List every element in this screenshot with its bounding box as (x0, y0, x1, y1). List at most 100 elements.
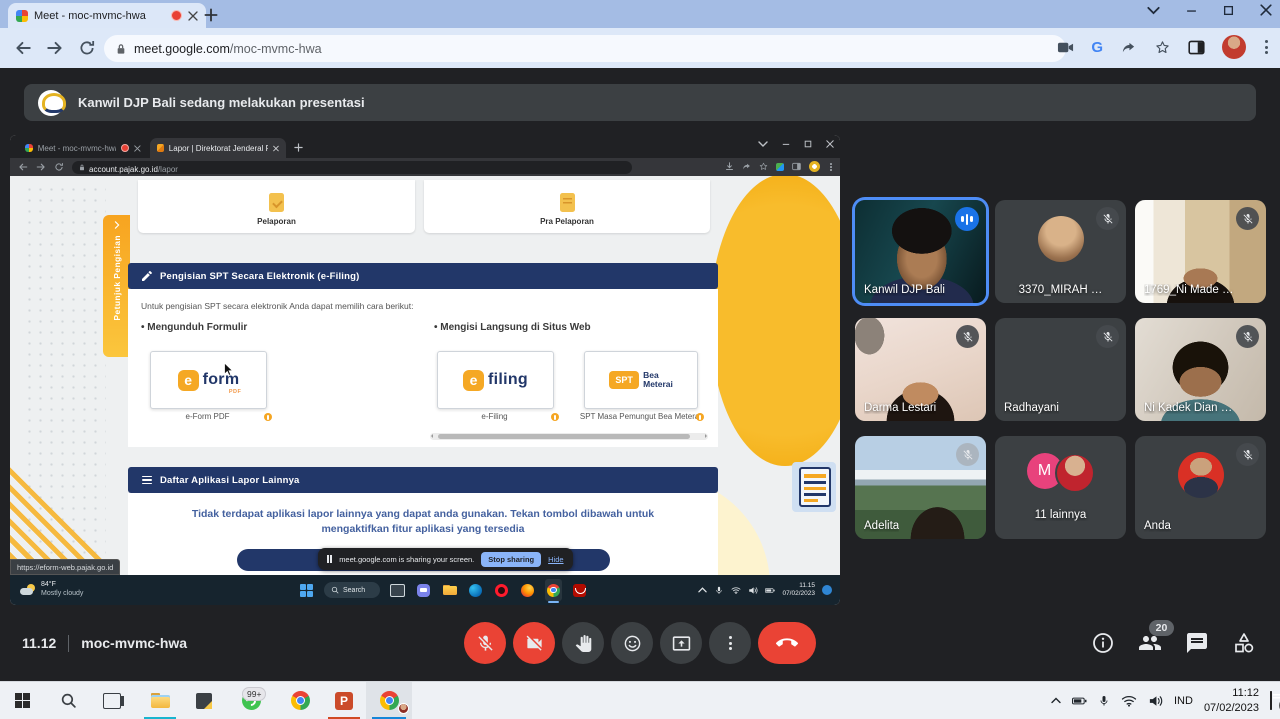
chrome-meet-icon[interactable] (366, 682, 412, 719)
self-tile[interactable]: Anda (1135, 436, 1266, 539)
window-restore-button[interactable] (1223, 5, 1234, 16)
wifi-icon[interactable] (1121, 695, 1137, 707)
forward-button[interactable] (46, 39, 64, 57)
mic-mute-button[interactable] (464, 622, 506, 664)
google-extension-icon[interactable]: G (1091, 39, 1103, 56)
powerpoint-icon[interactable]: P (322, 682, 366, 719)
yellow-circle-decoration (710, 176, 840, 466)
chrome-icon[interactable] (278, 682, 322, 719)
task-view-button[interactable] (90, 682, 134, 719)
system-clock[interactable]: 11:1207/02/2023 (1204, 686, 1259, 715)
efiling-card[interactable]: e filing (437, 351, 554, 409)
opera-icon[interactable] (493, 579, 510, 601)
browser-profile-avatar[interactable] (1222, 35, 1246, 59)
camera-off-button[interactable] (513, 622, 555, 664)
chrome-icon[interactable] (545, 579, 562, 601)
reactions-button[interactable] (611, 622, 653, 664)
raise-hand-button[interactable] (562, 622, 604, 664)
hide-share-bar-link[interactable]: Hide (548, 555, 563, 564)
present-button[interactable] (660, 622, 702, 664)
mic-tray-icon[interactable] (714, 586, 724, 595)
efiling-section-title: Pengisian SPT Secara Elektronik (e-Filin… (160, 271, 360, 282)
weather-widget[interactable]: 84°F Mostly cloudy (20, 581, 83, 599)
participant-tile[interactable]: Kanwil DJP Bali (855, 200, 986, 303)
tab-search-chevron-icon[interactable] (1147, 5, 1160, 16)
task-view-button[interactable] (389, 579, 406, 601)
tray-chevron-icon[interactable] (698, 587, 707, 593)
scroll-left-arrow[interactable] (431, 434, 433, 438)
participant-tile[interactable]: Adelita (855, 436, 986, 539)
acrobat-icon[interactable] (571, 579, 588, 601)
search-label: Search (343, 587, 365, 594)
activities-button[interactable] (1232, 631, 1256, 655)
pelaporan-card[interactable]: Pelaporan (138, 180, 415, 233)
participant-tile[interactable]: Radhayani (995, 318, 1126, 421)
participant-tile[interactable]: Ni Kadek Dian … (1135, 318, 1266, 421)
participant-tile[interactable]: 3370_MIRAH … (995, 200, 1126, 303)
new-tab-button[interactable] (204, 8, 218, 22)
end-call-button[interactable] (758, 622, 816, 664)
firefox-icon[interactable] (519, 579, 536, 601)
browser-profile-avatar (809, 161, 820, 172)
tray-chevron-icon[interactable] (1051, 697, 1061, 704)
share-icon[interactable] (1120, 40, 1137, 55)
speaker-icon[interactable] (748, 586, 758, 595)
tab-close-icon[interactable] (188, 11, 198, 21)
side-panel-icon[interactable] (1188, 40, 1205, 55)
language-indicator[interactable]: IND (1174, 695, 1193, 707)
sticky-notes-icon[interactable] (182, 682, 226, 719)
participant-tile[interactable]: 1769_Ni Made … (1135, 200, 1266, 303)
notification-center-button[interactable]: 2 (1270, 692, 1272, 710)
notification-badge-icon[interactable] (822, 585, 832, 595)
bookmark-star-icon[interactable] (1154, 40, 1171, 55)
url-path: /lapor (158, 165, 178, 174)
stop-sharing-button[interactable]: Stop sharing (481, 552, 541, 567)
participants-button[interactable]: 20 (1138, 631, 1162, 655)
overflow-participants-tile[interactable]: M 11 lainnya (995, 436, 1126, 539)
scrollbar-thumb[interactable] (438, 434, 690, 439)
shared-clock[interactable]: 11.1507/02/2023 (782, 582, 815, 599)
back-button[interactable] (14, 39, 32, 57)
taskbar-search[interactable]: Search (324, 582, 380, 598)
camera-permission-icon[interactable] (1057, 40, 1074, 55)
battery-icon[interactable] (765, 586, 775, 595)
info-icon[interactable] (264, 413, 272, 421)
file-explorer-icon[interactable] (441, 579, 458, 601)
petunjuk-pengisian-tab[interactable]: Petunjuk Pengisian (103, 215, 130, 357)
more-options-button[interactable] (709, 622, 751, 664)
window-minimize-button (782, 140, 790, 148)
edge-icon[interactable] (467, 579, 484, 601)
document-illustration (790, 458, 838, 514)
start-button[interactable] (0, 682, 46, 719)
window-close-button[interactable] (1260, 4, 1272, 16)
horizontal-scrollbar[interactable] (430, 433, 708, 440)
teams-chat-icon[interactable] (415, 579, 432, 601)
presentation-stage[interactable]: Meet - moc-mvmc-hwa Lapor | Direktorat J… (10, 135, 840, 605)
participant-tile[interactable]: Darma Lestari (855, 318, 986, 421)
chat-button[interactable] (1185, 631, 1209, 655)
eform-pdf-card[interactable]: e formPDF (150, 351, 267, 409)
speaker-icon[interactable] (1148, 694, 1163, 708)
url-host: account.pajak.go.id (89, 165, 158, 174)
file-explorer-icon[interactable] (138, 682, 182, 719)
window-minimize-button[interactable] (1186, 5, 1197, 16)
scroll-right-arrow[interactable] (705, 434, 707, 438)
pra-pelaporan-card[interactable]: Pra Pelaporan (424, 180, 710, 233)
reload-button[interactable] (78, 39, 96, 57)
address-bar[interactable]: meet.google.com/moc-mvmc-hwa (104, 35, 1066, 62)
whatsapp-icon[interactable]: 99+ (226, 682, 276, 719)
wifi-icon[interactable] (731, 586, 741, 595)
info-icon[interactable] (551, 413, 559, 421)
mic-tray-icon[interactable] (1098, 694, 1110, 708)
meeting-info-button[interactable] (1091, 631, 1115, 655)
info-icon[interactable] (696, 413, 704, 421)
meet-favicon (25, 144, 33, 152)
start-button[interactable] (298, 579, 315, 601)
participant-name: Adelita (864, 520, 899, 532)
spt-bea-meterai-card[interactable]: SPT BeaMeterai (584, 351, 698, 409)
battery-icon[interactable] (1072, 695, 1087, 707)
browser-menu-icon[interactable] (1263, 38, 1270, 56)
browser-tab[interactable]: Meet - moc-mvmc-hwa (8, 3, 206, 28)
taskbar-search-button[interactable] (46, 682, 90, 719)
presenting-banner: Kanwil DJP Bali sedang melakukan present… (24, 84, 1256, 121)
